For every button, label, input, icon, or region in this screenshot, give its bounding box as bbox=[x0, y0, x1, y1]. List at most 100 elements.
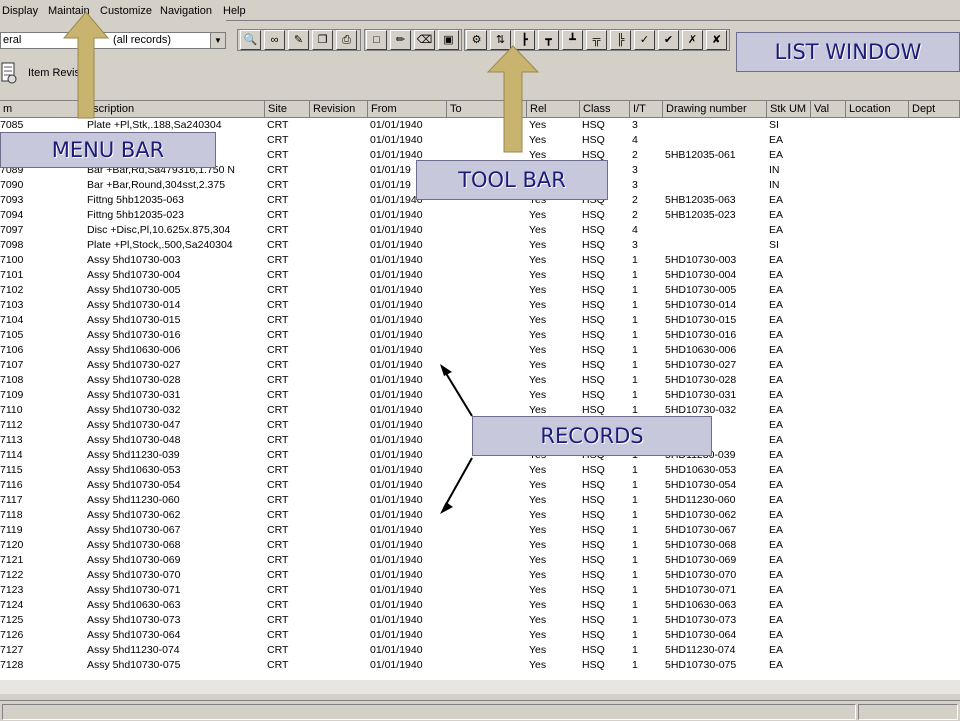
menu-maintain[interactable]: Maintain bbox=[48, 5, 90, 17]
table-row[interactable]: 7115 Assy 5hd10630-053 CRT 01/01/1940 Yes HSQ… bbox=[0, 463, 960, 478]
reject-all-icon[interactable]: ✘ bbox=[706, 30, 727, 50]
menu-display[interactable]: Display bbox=[2, 5, 38, 17]
toggle-view-icon[interactable]: ▣ bbox=[438, 30, 459, 50]
table-row[interactable]: 7097 Disc +Disc,Pl,10.625x.875,304 CRT 01/0… bbox=[0, 223, 960, 238]
cell-it: 3 bbox=[632, 164, 638, 176]
col-header-description[interactable]: escription bbox=[84, 101, 265, 118]
table-row[interactable]: 7107 Assy 5hd10730-027 CRT 01/01/1940 Yes HSQ… bbox=[0, 358, 960, 373]
tree-collapse-icon[interactable]: ┻ bbox=[562, 30, 583, 50]
table-row[interactable]: 7085 Plate +Pl,Stk,.188,Sa240304 CRT 01/01/… bbox=[0, 118, 960, 133]
cell-description: Assy 5hd10730-032 bbox=[87, 404, 181, 416]
col-header-val[interactable]: Val bbox=[811, 101, 846, 118]
table-row[interactable]: 7127 Assy 5hd11230-074 CRT 01/01/1940 Yes HSQ… bbox=[0, 643, 960, 658]
cell-it: 4 bbox=[632, 224, 638, 236]
col-header-location[interactable]: Location bbox=[846, 101, 909, 118]
cell-class: HSQ bbox=[582, 554, 605, 566]
tree-icon[interactable]: ┣ bbox=[514, 30, 535, 50]
col-header-to[interactable]: To bbox=[447, 101, 527, 118]
cell-description: Assy 5hd11230-060 bbox=[87, 494, 180, 506]
table-row[interactable]: 7102 Assy 5hd10730-005 CRT 01/01/1940 Yes HSQ… bbox=[0, 283, 960, 298]
cell-site: CRT bbox=[267, 614, 289, 626]
find-next-icon[interactable]: ∞ bbox=[264, 30, 285, 50]
table-row[interactable]: 7104 Assy 5hd10730-015 CRT 01/01/1940 Yes HSQ… bbox=[0, 313, 960, 328]
cell-description: Disc +Disc,Pl,10.625x.875,304 bbox=[87, 224, 231, 236]
col-header-drawing-number[interactable]: Drawing number bbox=[663, 101, 767, 118]
cell-drawing-number: 5HD11230-060 bbox=[665, 494, 736, 506]
cell-from: 01/01/1940 bbox=[370, 539, 423, 551]
table-row[interactable]: 7106 Assy 5hd10630-006 CRT 01/01/1940 Yes HSQ… bbox=[0, 343, 960, 358]
col-header-rel[interactable]: Rel bbox=[527, 101, 580, 118]
menu-customize[interactable]: Customize bbox=[100, 5, 152, 17]
table-row[interactable]: 7122 Assy 5hd10730-070 CRT 01/01/1940 Yes HSQ… bbox=[0, 568, 960, 583]
table-row[interactable]: 7117 Assy 5hd11230-060 CRT 01/01/1940 Yes HSQ… bbox=[0, 493, 960, 508]
table-row[interactable]: 7116 Assy 5hd10730-054 CRT 01/01/1940 Yes HSQ… bbox=[0, 478, 960, 493]
table-row[interactable]: 7105 Assy 5hd10730-016 CRT 01/01/1940 Yes HSQ… bbox=[0, 328, 960, 343]
table-row[interactable]: 7128 Assy 5hd10730-075 CRT 01/01/1940 Yes HSQ… bbox=[0, 658, 960, 673]
cell-item: 7126 bbox=[0, 629, 24, 641]
sort-icon[interactable]: ⇅ bbox=[490, 30, 511, 50]
cell-it: 1 bbox=[632, 344, 638, 356]
cell-description: Assy 5hd10730-068 bbox=[87, 539, 181, 551]
copy-icon[interactable]: ❐ bbox=[312, 30, 333, 50]
table-row[interactable]: 7125 Assy 5hd10730-073 CRT 01/01/1940 Yes HSQ… bbox=[0, 613, 960, 628]
col-header-site[interactable]: Site bbox=[265, 101, 310, 118]
hierarchy-alt-icon[interactable]: ╠ bbox=[610, 30, 631, 50]
table-row[interactable]: 7101 Assy 5hd10730-004 CRT 01/01/1940 Yes HSQ… bbox=[0, 268, 960, 283]
cell-item: 7123 bbox=[0, 584, 24, 596]
menu-navigation[interactable]: Navigation bbox=[160, 5, 212, 17]
cell-it: 1 bbox=[632, 284, 638, 296]
col-header-stk-um[interactable]: Stk UM bbox=[767, 101, 811, 118]
hierarchy-icon[interactable]: ╦ bbox=[586, 30, 607, 50]
table-row[interactable]: 7124 Assy 5hd10630-063 CRT 01/01/1940 Yes HSQ… bbox=[0, 598, 960, 613]
col-header-revision[interactable]: Revision bbox=[310, 101, 368, 118]
table-row[interactable]: 7126 Assy 5hd10730-064 CRT 01/01/1940 Yes HSQ… bbox=[0, 628, 960, 643]
cell-description: Assy 5hd10730-069 bbox=[87, 554, 181, 566]
item-revision-icon[interactable] bbox=[0, 57, 18, 87]
find-icon[interactable]: 🔍 bbox=[240, 30, 261, 50]
cell-from: 01/01/1940 bbox=[370, 134, 423, 146]
cell-stk-um: EA bbox=[769, 554, 784, 566]
col-header-dept[interactable]: Dept bbox=[909, 101, 960, 118]
col-header-it[interactable]: I/T bbox=[630, 101, 663, 118]
col-header-from[interactable]: From bbox=[368, 101, 447, 118]
cell-drawing-number: 5HD11230-074 bbox=[665, 644, 736, 656]
print-icon[interactable]: ⎙ bbox=[336, 30, 357, 50]
check-icon[interactable]: ✓ bbox=[634, 30, 655, 50]
table-row[interactable]: 7103 Assy 5hd10730-014 CRT 01/01/1940 Yes HSQ… bbox=[0, 298, 960, 313]
item-revision-label[interactable]: Item Revisi bbox=[28, 67, 82, 79]
cell-revision bbox=[312, 178, 368, 193]
col-header-item[interactable]: m bbox=[0, 101, 84, 118]
chevron-down-icon[interactable]: ▼ bbox=[210, 33, 225, 48]
note-icon[interactable]: ✎ bbox=[288, 30, 309, 50]
table-row[interactable]: 7098 Plate +Pl,Stock,.500,Sa240304 CRT 01/0… bbox=[0, 238, 960, 253]
cell-it: 3 bbox=[632, 239, 638, 251]
cell-item: 7117 bbox=[0, 494, 23, 506]
delete-icon[interactable]: ⌫ bbox=[414, 30, 435, 50]
cell-drawing-number: 5HD10730-054 bbox=[665, 479, 737, 491]
cell-item: 7109 bbox=[0, 389, 24, 401]
table-row[interactable]: 7119 Assy 5hd10730-067 CRT 01/01/1940 Yes HSQ… bbox=[0, 523, 960, 538]
cell-description: Assy 5hd10630-053 bbox=[87, 464, 181, 476]
cell-rel: Yes bbox=[529, 254, 547, 266]
cell-from: 01/01/1940 bbox=[370, 404, 423, 416]
cell-revision bbox=[312, 328, 368, 343]
edit-icon[interactable]: ✏ bbox=[390, 30, 411, 50]
col-header-class[interactable]: Class bbox=[580, 101, 630, 118]
reject-icon[interactable]: ✗ bbox=[682, 30, 703, 50]
table-row[interactable]: 7121 Assy 5hd10730-069 CRT 01/01/1940 Yes HSQ… bbox=[0, 553, 960, 568]
table-row[interactable]: 7100 Assy 5hd10730-003 CRT 01/01/1940 Yes HSQ… bbox=[0, 253, 960, 268]
table-row[interactable]: 7120 Assy 5hd10730-068 CRT 01/01/1940 Yes HSQ… bbox=[0, 538, 960, 553]
table-row[interactable]: 7109 Assy 5hd10730-031 CRT 01/01/1940 Yes HSQ… bbox=[0, 388, 960, 403]
tree-expand-icon[interactable]: ┳ bbox=[538, 30, 559, 50]
cell-from: 01/01/1940 bbox=[370, 329, 423, 341]
cell-description: Plate +Pl,Stock,.500,Sa240304 bbox=[87, 239, 233, 251]
view-combo[interactable]: eral (all records) ▼ bbox=[0, 32, 226, 49]
check-all-icon[interactable]: ✔ bbox=[658, 30, 679, 50]
table-row[interactable]: 7118 Assy 5hd10730-062 CRT 01/01/1940 Yes HSQ… bbox=[0, 508, 960, 523]
new-icon[interactable]: □ bbox=[366, 30, 387, 50]
filter-icon[interactable]: ⚙ bbox=[466, 30, 487, 50]
table-row[interactable]: 7094 Fittng 5hb12035-023 CRT 01/01/1940 Yes H… bbox=[0, 208, 960, 223]
table-row[interactable]: 7123 Assy 5hd10730-071 CRT 01/01/1940 Yes HSQ… bbox=[0, 583, 960, 598]
horizontal-scrollbar[interactable] bbox=[0, 680, 960, 694]
table-row[interactable]: 7108 Assy 5hd10730-028 CRT 01/01/1940 Yes HSQ… bbox=[0, 373, 960, 388]
